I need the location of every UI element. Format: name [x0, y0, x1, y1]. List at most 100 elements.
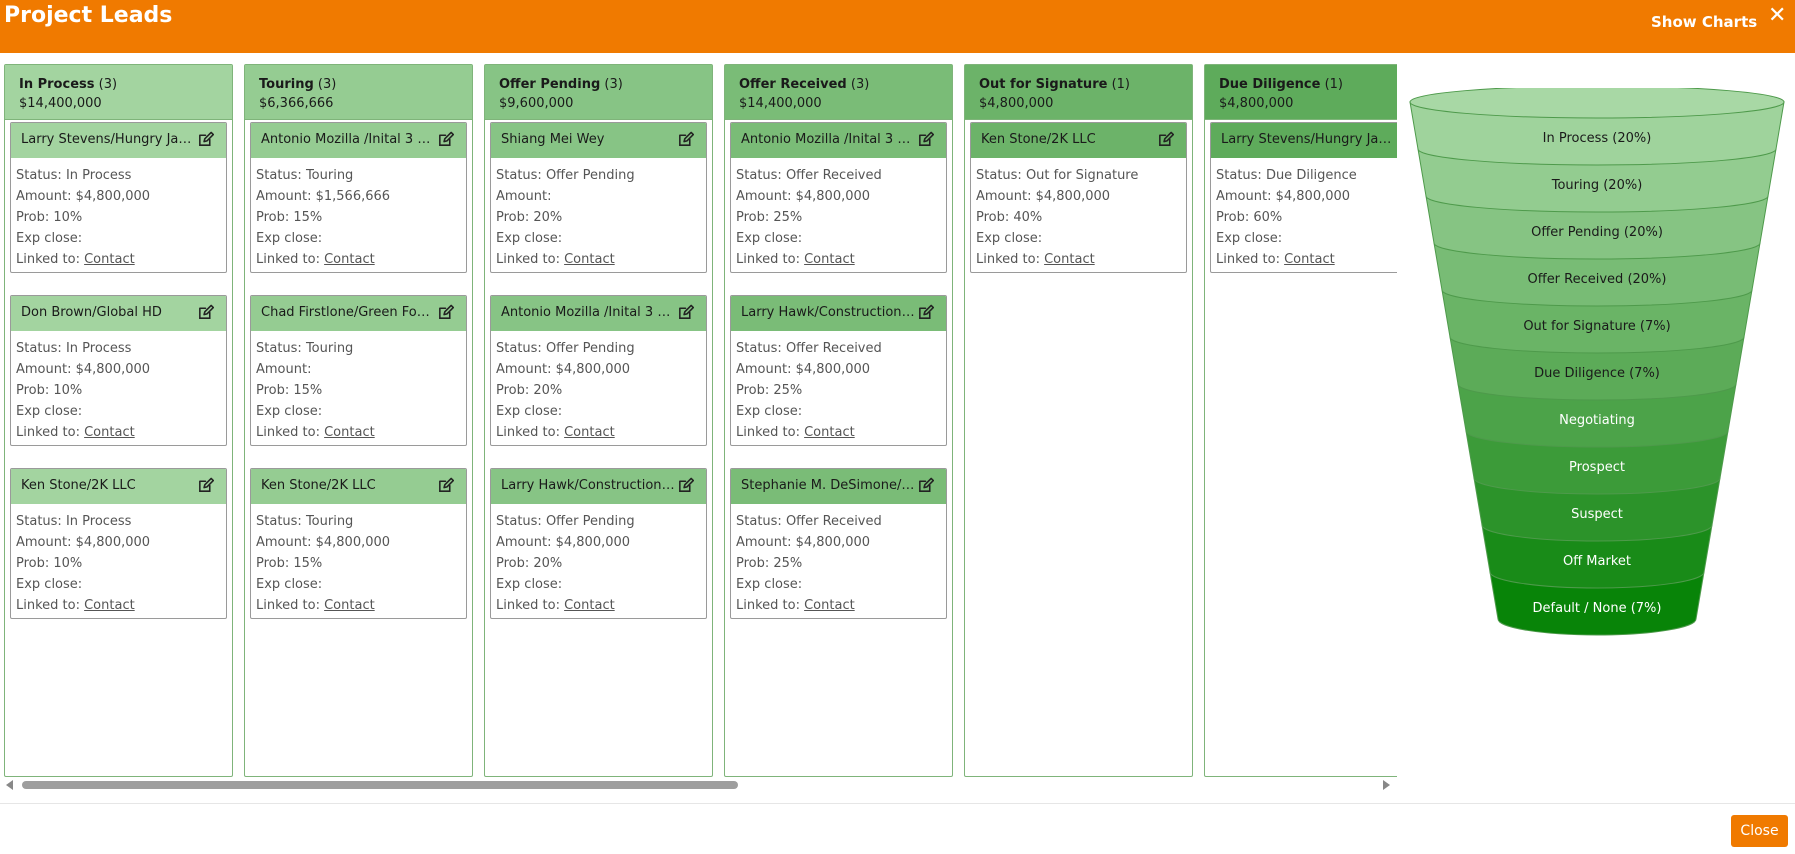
column-header: In Process (3) $14,400,000 [5, 65, 232, 120]
card-title[interactable]: Ken Stone/2K LLC [11, 469, 226, 504]
contact-link[interactable]: Contact [804, 425, 855, 440]
column-header: Out for Signature (1) $4,800,000 [965, 65, 1192, 120]
card-linked: Linked to: Contact [16, 252, 135, 267]
funnel-label: Offer Pending (20%) [1531, 225, 1663, 240]
lead-card[interactable]: Antonio Mozilla /Inital 3 D... Status: Of… [730, 122, 947, 273]
lead-card[interactable]: Ken Stone/2K LLC Status: In Process Amount… [10, 468, 227, 619]
card-exp-close: Exp close: [16, 577, 83, 592]
card-amount: Amount: $4,800,000 [736, 535, 871, 550]
column-name: In Process [19, 77, 95, 92]
scroll-thumb[interactable] [22, 781, 738, 789]
lead-card[interactable]: Don Brown/Global HD Status: In Process Amo… [10, 295, 227, 446]
contact-link[interactable]: Contact [1044, 252, 1095, 267]
scroll-left-arrow-icon[interactable] [6, 780, 13, 790]
card-title[interactable]: Larry Hawk/Construction ... [491, 469, 706, 504]
horizontal-scrollbar[interactable] [4, 778, 1397, 792]
lead-card[interactable]: Ken Stone/2K LLC Status: Out for Signatur… [970, 122, 1187, 273]
card-status: Status: Out for Signature [976, 168, 1139, 183]
card-title[interactable]: Larry Hawk/Construction ... [731, 296, 946, 331]
card-title[interactable]: Ken Stone/2K LLC [251, 469, 466, 504]
lead-card[interactable]: Antonio Mozilla /Inital 3 D... Status: To… [250, 122, 467, 273]
contact-link[interactable]: Contact [324, 598, 375, 613]
column-total: $6,366,666 [259, 96, 334, 111]
column-total: $4,800,000 [1219, 96, 1294, 111]
lead-card[interactable]: Larry Hawk/Construction ... Status: Offer… [730, 295, 947, 446]
card-prob: Prob: 20% [496, 383, 563, 398]
edit-icon[interactable] [917, 304, 934, 321]
card-details: Status: In Process Amount: $4,800,000 Prob… [11, 504, 226, 616]
lead-card[interactable]: Stephanie M. DeSimone/C... Status: Offer … [730, 468, 947, 619]
card-title-text: Don Brown/Global HD [21, 305, 162, 320]
contact-link[interactable]: Contact [564, 252, 615, 267]
card-title[interactable]: Larry Stevens/Hungry Jacks [11, 123, 226, 158]
card-title[interactable]: Stephanie M. DeSimone/C... [731, 469, 946, 504]
card-linked: Linked to: Contact [256, 598, 375, 613]
lead-card[interactable]: Shiang Mei Wey Status: Offer Pending Amoun… [490, 122, 707, 273]
contact-link[interactable]: Contact [84, 252, 135, 267]
edit-icon[interactable] [197, 477, 214, 494]
contact-link[interactable]: Contact [564, 425, 615, 440]
contact-link[interactable]: Contact [324, 252, 375, 267]
edit-icon[interactable] [917, 131, 934, 148]
lead-card[interactable]: Larry Stevens/Hungry Jacks Status: Due Di… [1210, 122, 1397, 273]
card-title[interactable]: Shiang Mei Wey [491, 123, 706, 158]
edit-icon[interactable] [437, 131, 454, 148]
contact-link[interactable]: Contact [1284, 252, 1335, 267]
lead-card[interactable]: Larry Stevens/Hungry Jacks Status: In Pro… [10, 122, 227, 273]
card-title-text: Antonio Mozilla /Inital 3 D... [261, 132, 440, 147]
card-title[interactable]: Antonio Mozilla /Inital 3 D... [251, 123, 466, 158]
edit-icon[interactable] [677, 304, 694, 321]
card-title[interactable]: Ken Stone/2K LLC [971, 123, 1186, 158]
card-status: Status: Offer Received [736, 168, 882, 183]
lead-card[interactable]: Larry Hawk/Construction ... Status: Offer… [490, 468, 707, 619]
lead-card[interactable]: Ken Stone/2K LLC Status: Touring Amount: $… [250, 468, 467, 619]
card-prob: Prob: 25% [736, 383, 803, 398]
edit-icon[interactable] [677, 477, 694, 494]
card-linked: Linked to: Contact [256, 425, 375, 440]
card-title[interactable]: Antonio Mozilla /Inital 3 D... [491, 296, 706, 331]
card-title[interactable]: Don Brown/Global HD [11, 296, 226, 331]
contact-link[interactable]: Contact [564, 598, 615, 613]
edit-icon[interactable] [1157, 131, 1174, 148]
card-details: Status: Offer Pending Amount: Prob: 20% Ex… [491, 158, 706, 270]
card-linked: Linked to: Contact [16, 425, 135, 440]
column-total: $9,600,000 [499, 96, 574, 111]
card-prob: Prob: 10% [16, 383, 83, 398]
card-details: Status: Offer Received Amount: $4,800,000… [731, 158, 946, 270]
funnel-segment: In Process (20%) [1409, 88, 1785, 166]
contact-link[interactable]: Contact [84, 425, 135, 440]
contact-link[interactable]: Contact [804, 598, 855, 613]
card-title[interactable]: Larry Stevens/Hungry Jacks [1211, 123, 1397, 158]
contact-link[interactable]: Contact [84, 598, 135, 613]
column-count: (1) [1111, 77, 1130, 92]
card-prob: Prob: 20% [496, 210, 563, 225]
scroll-right-arrow-icon[interactable] [1383, 780, 1390, 790]
card-amount: Amount: $4,800,000 [256, 535, 391, 550]
show-charts-link[interactable]: Show Charts [1651, 13, 1757, 31]
card-linked: Linked to: Contact [976, 252, 1095, 267]
card-title-text: Larry Hawk/Construction ... [741, 305, 919, 320]
edit-icon[interactable] [677, 131, 694, 148]
close-icon[interactable]: ✕ [1768, 3, 1786, 28]
close-button[interactable]: Close [1731, 815, 1788, 847]
contact-link[interactable]: Contact [804, 252, 855, 267]
edit-icon[interactable] [437, 477, 454, 494]
lead-card[interactable]: Chad Firstlone/Green Foo... Status: Touri… [250, 295, 467, 446]
column-name: Out for Signature [979, 77, 1108, 92]
funnel-label: Suspect [1571, 507, 1623, 522]
lead-card[interactable]: Antonio Mozilla /Inital 3 D... Status: Of… [490, 295, 707, 446]
edit-icon[interactable] [917, 477, 934, 494]
edit-icon[interactable] [197, 131, 214, 148]
card-status: Status: Touring [256, 168, 354, 183]
funnel-label: Touring (20%) [1551, 178, 1643, 193]
card-title[interactable]: Chad Firstlone/Green Foo... [251, 296, 466, 331]
card-amount: Amount: $4,800,000 [736, 189, 871, 204]
card-title[interactable]: Antonio Mozilla /Inital 3 D... [731, 123, 946, 158]
card-exp-close: Exp close: [496, 404, 563, 419]
contact-link[interactable]: Contact [324, 425, 375, 440]
card-title-text: Ken Stone/2K LLC [21, 478, 136, 493]
edit-icon[interactable] [197, 304, 214, 321]
card-amount: Amount: $4,800,000 [976, 189, 1111, 204]
column-name: Touring [259, 77, 314, 92]
edit-icon[interactable] [437, 304, 454, 321]
